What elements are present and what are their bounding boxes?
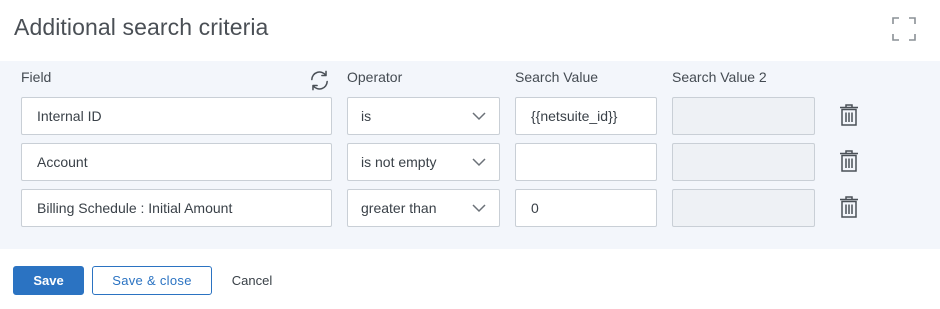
operator-value: is not empty — [361, 154, 437, 170]
search-value-column-header: Search Value — [515, 69, 599, 85]
refresh-icon[interactable] — [308, 69, 331, 92]
save-and-close-button[interactable]: Save & close — [92, 266, 212, 295]
operator-select[interactable]: greater than — [347, 189, 500, 227]
search-value-input[interactable]: 0 — [515, 189, 657, 227]
field-value: Billing Schedule : Initial Amount — [37, 200, 233, 216]
trash-icon[interactable] — [839, 103, 859, 127]
field-column-header: Field — [21, 69, 52, 85]
search-value-text: 0 — [531, 200, 539, 216]
field-value: Account — [37, 154, 88, 170]
expand-icon[interactable] — [892, 17, 916, 41]
chevron-down-icon — [472, 204, 486, 213]
trash-icon[interactable] — [839, 149, 859, 173]
search-value-input[interactable]: {{netsuite_id}} — [515, 97, 657, 135]
field-input[interactable]: Internal ID — [21, 97, 332, 135]
operator-select[interactable]: is — [347, 97, 500, 135]
search-value-2-input — [672, 97, 815, 135]
search-value-2-column-header: Search Value 2 — [672, 69, 767, 85]
operator-value: is — [361, 108, 372, 124]
field-input[interactable]: Account — [21, 143, 332, 181]
search-value-2-input — [672, 189, 815, 227]
field-input[interactable]: Billing Schedule : Initial Amount — [21, 189, 332, 227]
operator-select[interactable]: is not empty — [347, 143, 500, 181]
search-value-input[interactable] — [515, 143, 657, 181]
search-value-2-input — [672, 143, 815, 181]
operator-value: greater than — [361, 200, 437, 216]
chevron-down-icon — [472, 112, 486, 121]
dialog-title: Additional search criteria — [14, 14, 269, 40]
chevron-down-icon — [472, 158, 486, 167]
trash-icon[interactable] — [839, 195, 859, 219]
cancel-button[interactable]: Cancel — [222, 266, 282, 295]
save-button[interactable]: Save — [13, 266, 84, 295]
operator-column-header: Operator — [347, 69, 403, 85]
search-value-text: {{netsuite_id}} — [531, 108, 618, 124]
field-value: Internal ID — [37, 108, 102, 124]
